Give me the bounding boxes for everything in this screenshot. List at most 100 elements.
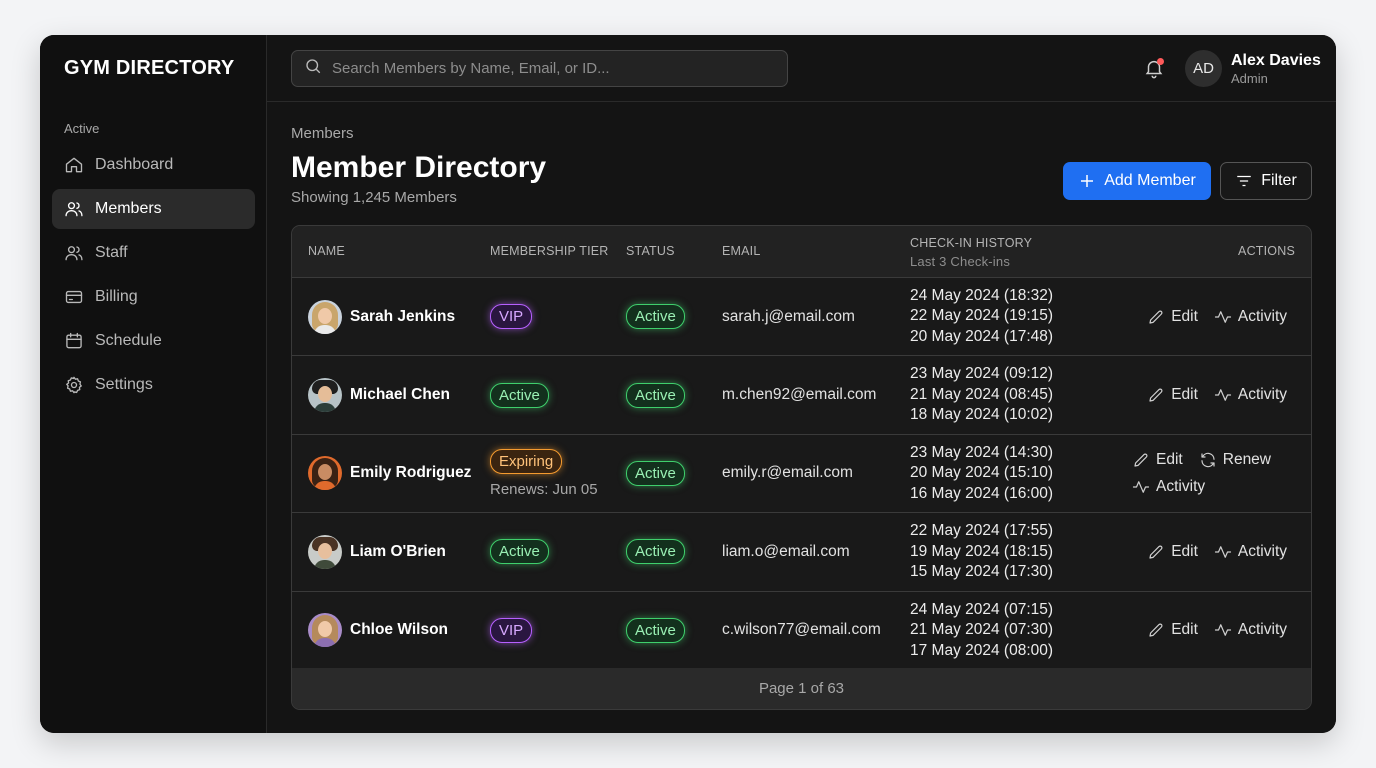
checkin-entry: 18 May 2024 (10:02) bbox=[910, 406, 1054, 424]
checkin-entry: 22 May 2024 (19:15) bbox=[910, 307, 1054, 325]
user-name: Alex Davies bbox=[1231, 52, 1321, 69]
home-icon bbox=[64, 155, 84, 175]
status-badge: Active bbox=[626, 617, 685, 643]
status-cell: Active bbox=[626, 513, 685, 590]
header-email[interactable]: EMAIL bbox=[722, 244, 761, 258]
sidebar-item-members[interactable]: Members bbox=[52, 189, 255, 229]
status-badge: Active bbox=[626, 460, 685, 486]
status-cell: Active bbox=[626, 278, 685, 355]
avatar bbox=[308, 613, 342, 648]
add-member-label: Add Member bbox=[1104, 172, 1196, 189]
checkin-entry: 23 May 2024 (09:12) bbox=[910, 365, 1054, 383]
member-name[interactable]: Michael Chen bbox=[350, 386, 450, 404]
tier-badge: VIP bbox=[490, 304, 533, 330]
member-name[interactable]: Chloe Wilson bbox=[350, 621, 448, 639]
search-box[interactable] bbox=[291, 50, 788, 87]
pencil-icon bbox=[1149, 545, 1163, 559]
users-icon bbox=[64, 199, 84, 219]
table-row[interactable]: Sarah Jenkins VIP Active sarah.j@email.c… bbox=[292, 278, 1311, 357]
activity-label: Activity bbox=[1237, 542, 1287, 560]
sidebar-item-staff[interactable]: Staff bbox=[52, 233, 255, 273]
sidebar-item-billing[interactable]: Billing bbox=[52, 277, 255, 317]
filter-button[interactable]: Filter bbox=[1220, 162, 1312, 200]
header-name[interactable]: NAME bbox=[308, 244, 345, 258]
activity-button[interactable]: Activity bbox=[1214, 308, 1287, 326]
checkin-cell: 22 May 2024 (17:55) 19 May 2024 (18:15) … bbox=[910, 513, 1053, 590]
status-badge: Active bbox=[626, 539, 685, 565]
edit-button[interactable]: Edit bbox=[1132, 451, 1183, 469]
member-name[interactable]: Liam O'Brien bbox=[350, 543, 446, 561]
filter-label: Filter bbox=[1261, 172, 1297, 189]
renewal-note: Renews: Jun 05 bbox=[490, 480, 598, 498]
renew-label: Renew bbox=[1222, 450, 1271, 468]
activity-icon bbox=[1214, 624, 1232, 637]
header-tier[interactable]: MEMBERSHIP TIER bbox=[490, 244, 609, 258]
activity-label: Activity bbox=[1156, 477, 1206, 495]
activity-button[interactable]: Activity bbox=[1132, 478, 1205, 496]
edit-label: Edit bbox=[1156, 450, 1183, 468]
tier-badge: Expiring bbox=[490, 448, 563, 474]
activity-button[interactable]: Activity bbox=[1214, 543, 1287, 561]
checkin-entry: 22 May 2024 (17:55) bbox=[910, 522, 1054, 540]
email-cell: sarah.j@email.com bbox=[722, 307, 855, 325]
member-name[interactable]: Emily Rodriguez bbox=[350, 464, 471, 482]
edit-button[interactable]: Edit bbox=[1147, 308, 1198, 326]
sidebar-item-label: Settings bbox=[95, 376, 153, 393]
staff-icon bbox=[64, 243, 84, 263]
edit-label: Edit bbox=[1171, 621, 1198, 639]
avatar bbox=[308, 299, 342, 334]
activity-button[interactable]: Activity bbox=[1214, 386, 1287, 404]
breadcrumb[interactable]: Members bbox=[291, 125, 354, 142]
search-input[interactable] bbox=[332, 60, 772, 77]
avatar bbox=[308, 534, 342, 569]
card-icon bbox=[64, 287, 84, 307]
notifications-button[interactable] bbox=[1143, 57, 1165, 79]
checkin-entry: 19 May 2024 (18:15) bbox=[910, 542, 1054, 560]
table-header: NAME MEMBERSHIP TIER STATUS EMAIL CHECK-… bbox=[292, 226, 1311, 278]
edit-label: Edit bbox=[1171, 307, 1198, 325]
checkin-entry: 23 May 2024 (14:30) bbox=[910, 443, 1054, 461]
sidebar-item-settings[interactable]: Settings bbox=[52, 365, 255, 405]
header-actions: ACTIONS bbox=[1238, 244, 1295, 258]
sidebar-item-dashboard[interactable]: Dashboard bbox=[52, 145, 255, 185]
table-row[interactable]: Michael Chen Active Active m.chen92@emai… bbox=[292, 356, 1311, 435]
add-member-button[interactable]: Add Member bbox=[1063, 162, 1211, 200]
sidebar-item-label: Members bbox=[95, 200, 162, 217]
header-status[interactable]: STATUS bbox=[626, 244, 675, 258]
sidebar: GYM DIRECTORY Active Dashboard Members S… bbox=[40, 35, 267, 733]
tier-badge: Active bbox=[490, 539, 549, 565]
activity-button[interactable]: Activity bbox=[1214, 621, 1287, 639]
edit-label: Edit bbox=[1171, 542, 1198, 560]
edit-button[interactable]: Edit bbox=[1147, 386, 1198, 404]
pagination: Page 1 of 63 bbox=[292, 668, 1311, 709]
user-avatar[interactable]: AD bbox=[1185, 50, 1222, 87]
gear-icon bbox=[64, 375, 84, 395]
avatar bbox=[308, 456, 342, 491]
activity-label: Activity bbox=[1237, 621, 1287, 639]
activity-label: Activity bbox=[1237, 307, 1287, 325]
member-count: Showing 1,245 Members bbox=[291, 189, 457, 206]
renew-button[interactable]: Renew bbox=[1199, 451, 1271, 469]
activity-icon bbox=[1214, 310, 1232, 323]
sidebar-item-schedule[interactable]: Schedule bbox=[52, 321, 255, 361]
main-content: AD Alex Davies Admin Members Member Dire… bbox=[267, 35, 1336, 733]
page-title: Member Directory bbox=[291, 151, 547, 184]
email-cell: emily.r@email.com bbox=[722, 464, 853, 482]
name-cell: Michael Chen bbox=[308, 356, 450, 433]
table-row[interactable]: Chloe Wilson VIP Active c.wilson77@email… bbox=[292, 591, 1311, 670]
name-cell: Sarah Jenkins bbox=[308, 278, 455, 355]
member-name[interactable]: Sarah Jenkins bbox=[350, 308, 455, 326]
tier-badge: VIP bbox=[490, 617, 533, 643]
table-row[interactable]: Emily Rodriguez Expiring Renews: Jun 05 … bbox=[292, 434, 1311, 514]
pencil-icon bbox=[1149, 623, 1163, 637]
edit-button[interactable]: Edit bbox=[1147, 543, 1198, 561]
actions-cell: Edit Activity bbox=[1131, 356, 1287, 433]
status-cell: Active bbox=[626, 356, 685, 433]
pagination-label[interactable]: Page 1 of 63 bbox=[759, 680, 844, 697]
edit-button[interactable]: Edit bbox=[1147, 621, 1198, 639]
actions-cell: Edit Renew Activity bbox=[1132, 435, 1271, 512]
table-row[interactable]: Liam O'Brien Active Active liam.o@email.… bbox=[292, 513, 1311, 592]
header-checkin[interactable]: CHECK-IN HISTORY bbox=[910, 236, 1032, 250]
actions-cell: Edit Activity bbox=[1131, 278, 1287, 355]
tier-cell: Active bbox=[490, 356, 549, 433]
